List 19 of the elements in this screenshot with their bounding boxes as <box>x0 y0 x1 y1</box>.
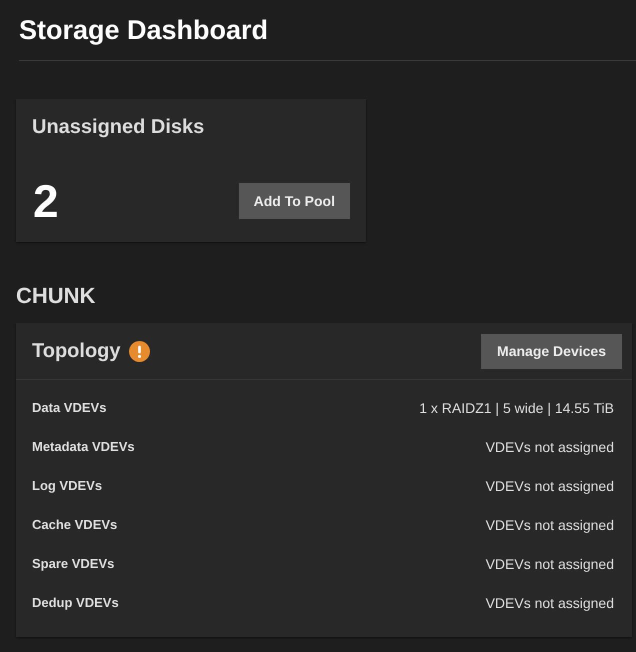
vdev-value: VDEVs not assigned <box>486 594 614 610</box>
card-title: Topology <box>32 339 120 363</box>
vdev-label: Cache VDEVs <box>32 517 118 532</box>
pool-name: CHUNK <box>16 282 96 310</box>
vdev-label: Metadata VDEVs <box>32 439 135 454</box>
vdev-value: VDEVs not assigned <box>486 556 614 572</box>
vdev-label: Data VDEVs <box>32 400 106 415</box>
vdev-value: VDEVs not assigned <box>486 516 614 532</box>
card-title: Unassigned Disks <box>32 115 204 139</box>
disk-count: 2 <box>32 177 59 225</box>
vdev-label: Dedup VDEVs <box>32 595 119 610</box>
vdev-value: VDEVs not assigned <box>486 438 614 454</box>
page-title: Storage Dashboard <box>19 14 268 46</box>
vdev-value: VDEVs not assigned <box>486 478 614 494</box>
manage-devices-button[interactable]: Manage Devices <box>481 334 622 368</box>
add-to-pool-button[interactable]: Add To Pool <box>238 183 350 219</box>
vdev-label: Spare VDEVs <box>32 556 114 571</box>
vdev-value: 1 x RAIDZ1 | 5 wide | 14.55 TiB <box>419 400 614 416</box>
vdev-label: Log VDEVs <box>32 478 102 493</box>
